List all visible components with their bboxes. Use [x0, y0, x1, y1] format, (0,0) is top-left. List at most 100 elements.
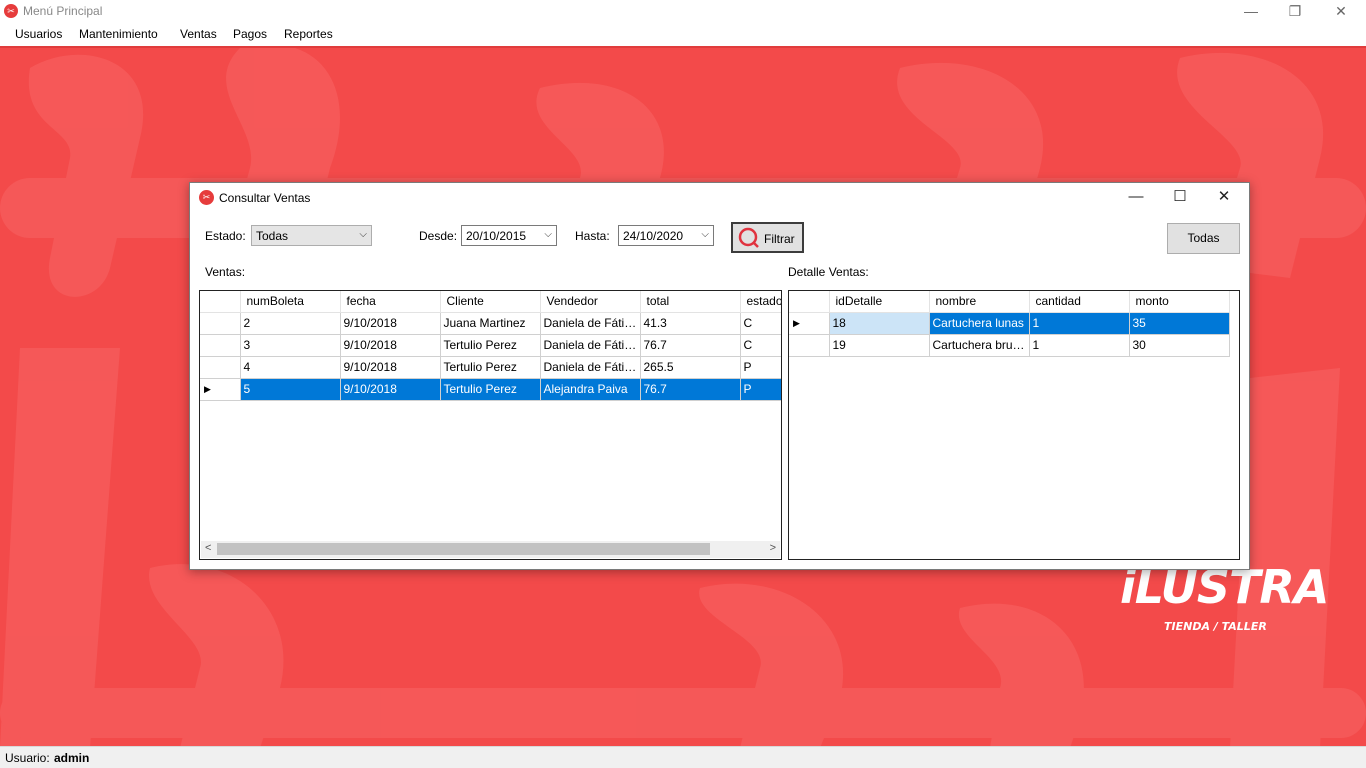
ventas-col-vendedor[interactable]: Vendedor	[540, 291, 641, 313]
table-cell[interactable]: Alejandra Paiva	[540, 378, 641, 401]
minimize-button[interactable]: —	[1228, 0, 1274, 24]
table-cell[interactable]: 76.7	[640, 334, 741, 357]
filtrar-label: Filtrar	[764, 232, 795, 246]
table-cell[interactable]: C	[740, 334, 781, 357]
table-cell[interactable]: 18	[829, 312, 930, 335]
main-title-bar: ✂ Menú Principal — ❐ ✕	[0, 0, 1366, 24]
table-cell[interactable]: Daniela de Fátima	[540, 356, 641, 379]
hasta-datepicker[interactable]: 24/10/2020 ⌵	[618, 225, 714, 246]
table-row[interactable]: 2 9/10/2018 Juana Martinez Daniela de Fá…	[200, 312, 781, 335]
ventas-col-numboleta[interactable]: numBoleta	[240, 291, 341, 313]
row-header[interactable]	[200, 334, 241, 357]
dialog-maximize-button[interactable]: ☐	[1158, 183, 1202, 213]
ventas-header-row: numBoleta fecha Cliente Vendedor total e…	[200, 291, 781, 313]
menu-reportes[interactable]: Reportes	[284, 27, 333, 41]
table-cell[interactable]: 1	[1029, 334, 1130, 357]
table-cell[interactable]: 1	[1029, 312, 1130, 335]
table-cell[interactable]: 9/10/2018	[340, 334, 441, 357]
ventas-col-total[interactable]: total	[640, 291, 741, 313]
table-cell[interactable]: Tertulio Perez	[440, 334, 541, 357]
table-cell[interactable]: Daniela de Fátima	[540, 312, 641, 335]
table-cell[interactable]: Cartuchera lunas	[929, 312, 1030, 335]
status-user-value: admin	[54, 751, 90, 765]
table-cell[interactable]: P	[740, 378, 781, 401]
table-cell[interactable]: 41.3	[640, 312, 741, 335]
table-cell[interactable]: 2	[240, 312, 341, 335]
table-cell[interactable]: C	[740, 312, 781, 335]
table-row-selected[interactable]: ▶ 18 Cartuchera lunas 1 35	[789, 312, 1230, 335]
dialog-title: Consultar Ventas	[219, 191, 311, 205]
ventas-horizontal-scrollbar[interactable]: < >	[201, 541, 780, 558]
hasta-value: 24/10/2020	[623, 229, 684, 243]
detalle-header-row: idDetalle nombre cantidad monto	[789, 291, 1230, 313]
menu-ventas[interactable]: Ventas	[180, 27, 217, 41]
row-pointer-icon[interactable]: ▶	[200, 378, 241, 401]
dialog-app-icon: ✂	[199, 190, 214, 205]
restore-button[interactable]: ❐	[1272, 0, 1318, 24]
close-button[interactable]: ✕	[1318, 0, 1364, 24]
table-cell[interactable]: Cartuchera brunje	[929, 334, 1030, 357]
detalle-label: Detalle Ventas:	[788, 265, 869, 279]
estado-value: Todas	[256, 229, 289, 243]
table-row-selected[interactable]: ▶ 5 9/10/2018 Tertulio Perez Alejandra P…	[200, 378, 781, 401]
table-cell[interactable]: 3	[240, 334, 341, 357]
ventas-col-cliente[interactable]: Cliente	[440, 291, 541, 313]
detalle-grid[interactable]: idDetalle nombre cantidad monto ▶ 18 Car…	[788, 290, 1240, 560]
estado-dropdown[interactable]: Todas ⌵	[251, 225, 372, 246]
table-cell[interactable]: 76.7	[640, 378, 741, 401]
status-user-label: Usuario:	[5, 751, 50, 765]
ventas-label: Ventas:	[205, 265, 246, 279]
detalle-col-iddetalle[interactable]: idDetalle	[829, 291, 930, 313]
menu-usuarios[interactable]: Usuarios	[15, 27, 62, 41]
search-icon	[738, 227, 759, 248]
menu-pagos[interactable]: Pagos	[233, 27, 267, 41]
todas-button[interactable]: Todas	[1167, 223, 1240, 254]
table-cell[interactable]: Daniela de Fátima	[540, 334, 641, 357]
filtrar-button[interactable]: Filtrar	[731, 222, 804, 253]
ventas-corner	[200, 291, 241, 313]
detalle-col-nombre[interactable]: nombre	[929, 291, 1030, 313]
table-cell[interactable]: 30	[1129, 334, 1230, 357]
scrollbar-thumb[interactable]	[217, 543, 710, 555]
table-cell[interactable]: 9/10/2018	[340, 312, 441, 335]
consultar-ventas-dialog: ✂ Consultar Ventas — ☐ ✕ Estado: Todas ⌵…	[189, 182, 1250, 570]
scroll-right-icon[interactable]: >	[770, 542, 776, 554]
row-pointer-icon[interactable]: ▶	[789, 312, 830, 335]
table-cell[interactable]: Juana Martinez	[440, 312, 541, 335]
dialog-title-bar[interactable]: ✂ Consultar Ventas — ☐ ✕	[190, 183, 1249, 213]
brand-tagline: TIENDA / TALLER	[1164, 620, 1267, 633]
row-header[interactable]	[789, 334, 830, 357]
status-bar: Usuario: admin	[0, 746, 1366, 768]
table-row[interactable]: 3 9/10/2018 Tertulio Perez Daniela de Fá…	[200, 334, 781, 357]
table-cell[interactable]: 5	[240, 378, 341, 401]
table-cell[interactable]: Tertulio Perez	[440, 378, 541, 401]
ventas-col-estado[interactable]: estado	[740, 291, 781, 313]
row-header[interactable]	[200, 312, 241, 335]
table-cell[interactable]: Tertulio Perez	[440, 356, 541, 379]
table-cell[interactable]: 9/10/2018	[340, 356, 441, 379]
hasta-label: Hasta:	[575, 229, 610, 243]
table-cell[interactable]: 35	[1129, 312, 1230, 335]
detalle-corner	[789, 291, 830, 313]
chevron-down-icon: ⌵	[701, 229, 709, 240]
estado-label: Estado:	[205, 229, 246, 243]
scroll-left-icon[interactable]: <	[205, 542, 211, 554]
detalle-col-cantidad[interactable]: cantidad	[1029, 291, 1130, 313]
table-cell[interactable]: 19	[829, 334, 930, 357]
desde-value: 20/10/2015	[466, 229, 527, 243]
row-header[interactable]	[200, 356, 241, 379]
menu-mantenimiento[interactable]: Mantenimiento	[79, 27, 158, 41]
dialog-minimize-button[interactable]: —	[1114, 183, 1158, 213]
table-cell[interactable]: 9/10/2018	[340, 378, 441, 401]
table-cell[interactable]: P	[740, 356, 781, 379]
table-row[interactable]: 19 Cartuchera brunje 1 30	[789, 334, 1230, 357]
table-cell[interactable]: 4	[240, 356, 341, 379]
ventas-col-fecha[interactable]: fecha	[340, 291, 441, 313]
dialog-close-button[interactable]: ✕	[1202, 183, 1246, 213]
table-row[interactable]: 4 9/10/2018 Tertulio Perez Daniela de Fá…	[200, 356, 781, 379]
app-logo-icon: ✂	[4, 4, 18, 18]
ventas-grid[interactable]: numBoleta fecha Cliente Vendedor total e…	[199, 290, 782, 560]
table-cell[interactable]: 265.5	[640, 356, 741, 379]
desde-datepicker[interactable]: 20/10/2015 ⌵	[461, 225, 557, 246]
detalle-col-monto[interactable]: monto	[1129, 291, 1230, 313]
